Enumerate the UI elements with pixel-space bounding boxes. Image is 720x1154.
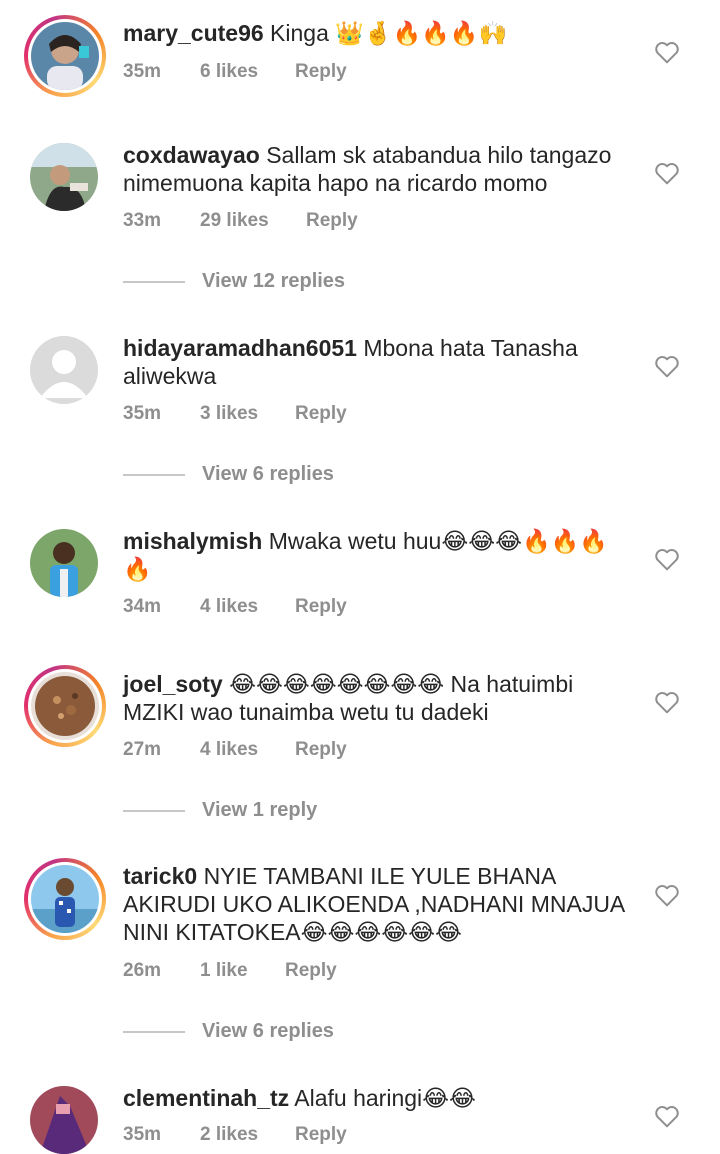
comment-body: Kinga 👑🤞🔥🔥🔥🙌 bbox=[270, 20, 508, 46]
default-avatar-icon bbox=[30, 336, 98, 404]
comment-username[interactable]: tarick0 bbox=[123, 863, 197, 889]
divider bbox=[123, 473, 185, 476]
comment-text-row: hidayaramadhan6051 Mbona hata Tanasha al… bbox=[123, 334, 635, 390]
comment-username[interactable]: hidayaramadhan6051 bbox=[123, 335, 357, 361]
comment-text-row: tarick0 NYIE TAMBANI ILE YULE BHANA AKIR… bbox=[123, 862, 635, 946]
comment-username[interactable]: joel_soty bbox=[123, 671, 223, 697]
heart-outline-icon[interactable] bbox=[654, 1104, 680, 1128]
comment-username[interactable]: mishalymish bbox=[123, 528, 262, 554]
view-replies-label: View 6 replies bbox=[202, 463, 334, 485]
comment-time: 35m bbox=[123, 403, 162, 424]
heart-outline-icon[interactable] bbox=[654, 354, 680, 378]
view-replies-button[interactable]: View 6 replies bbox=[123, 463, 334, 486]
avatar bbox=[31, 672, 99, 740]
comment-text-row: coxdawayao Sallam sk atabandua hilo tang… bbox=[123, 141, 635, 197]
heart-outline-icon[interactable] bbox=[654, 883, 680, 907]
reply-button[interactable]: Reply bbox=[306, 210, 358, 232]
comment-likes[interactable]: 4 likes bbox=[200, 596, 295, 618]
comment-text-row: clementinah_tz Alafu haringi😂😂 bbox=[123, 1084, 635, 1112]
comment-body: NYIE TAMBANI ILE YULE BHANA AKIRUDI UKO … bbox=[123, 863, 625, 945]
comment-likes[interactable]: 3 likes bbox=[200, 403, 295, 425]
reply-button[interactable]: Reply bbox=[295, 596, 347, 618]
comment-likes[interactable]: 2 likes bbox=[200, 1124, 295, 1146]
avatar[interactable] bbox=[30, 1086, 98, 1154]
divider bbox=[123, 1030, 185, 1033]
view-replies-button[interactable]: View 6 replies bbox=[123, 1020, 334, 1043]
comment-text-row: mary_cute96 Kinga 👑🤞🔥🔥🔥🙌 bbox=[123, 19, 635, 47]
comment-time: 35m bbox=[123, 1124, 162, 1145]
reply-button[interactable]: Reply bbox=[295, 403, 347, 425]
comment-likes[interactable]: 4 likes bbox=[200, 739, 295, 761]
comment-time: 27m bbox=[123, 739, 162, 760]
avatar[interactable] bbox=[30, 529, 98, 597]
view-replies-label: View 6 replies bbox=[202, 1020, 334, 1042]
view-replies-button[interactable]: View 1 reply bbox=[123, 799, 317, 822]
comment-meta: 35m 6 likes Reply bbox=[123, 61, 347, 83]
comment-meta: 34m 4 likes Reply bbox=[123, 596, 347, 618]
heart-outline-icon[interactable] bbox=[654, 40, 680, 64]
comment-time: 35m bbox=[123, 61, 162, 82]
comment-meta: 26m 1 like Reply bbox=[123, 960, 337, 982]
comment-likes[interactable]: 29 likes bbox=[200, 210, 306, 232]
comment-meta: 35m 3 likes Reply bbox=[123, 403, 347, 425]
comment-time: 34m bbox=[123, 596, 162, 617]
comment-likes[interactable]: 1 like bbox=[200, 960, 285, 982]
view-replies-label: View 12 replies bbox=[202, 270, 346, 292]
avatar bbox=[31, 865, 99, 933]
comment-meta: 27m 4 likes Reply bbox=[123, 739, 347, 761]
view-replies-label: View 1 reply bbox=[202, 799, 318, 821]
comment-time: 26m bbox=[123, 960, 162, 981]
reply-button[interactable]: Reply bbox=[295, 61, 347, 83]
divider bbox=[123, 809, 185, 812]
comment-text-row: mishalymish Mwaka wetu huu😂😂😂🔥🔥🔥🔥 bbox=[123, 527, 635, 583]
comment-text-row: joel_soty 😂😂😂😂😂😂😂😂 Na hatuimbi MZIKI wao… bbox=[123, 670, 635, 726]
heart-outline-icon[interactable] bbox=[654, 161, 680, 185]
reply-button[interactable]: Reply bbox=[295, 739, 347, 761]
comment-meta: 35m 2 likes Reply bbox=[123, 1124, 347, 1146]
reply-button[interactable]: Reply bbox=[285, 960, 337, 982]
comment-username[interactable]: coxdawayao bbox=[123, 142, 260, 168]
heart-outline-icon[interactable] bbox=[654, 547, 680, 571]
view-replies-button[interactable]: View 12 replies bbox=[123, 270, 345, 293]
comment-meta: 33m 29 likes Reply bbox=[123, 210, 358, 232]
avatar-story-ring[interactable] bbox=[24, 15, 106, 97]
avatar-story-ring[interactable] bbox=[24, 858, 106, 940]
heart-outline-icon[interactable] bbox=[654, 690, 680, 714]
comment-username[interactable]: mary_cute96 bbox=[123, 20, 264, 46]
comment-time: 33m bbox=[123, 210, 162, 231]
avatar[interactable] bbox=[30, 336, 98, 404]
comment-username[interactable]: clementinah_tz bbox=[123, 1085, 289, 1111]
comment-body: Alafu haringi😂😂 bbox=[294, 1085, 476, 1111]
divider bbox=[123, 280, 185, 283]
reply-button[interactable]: Reply bbox=[295, 1124, 347, 1146]
avatar bbox=[31, 22, 99, 90]
avatar-story-ring[interactable] bbox=[24, 665, 106, 747]
avatar[interactable] bbox=[30, 143, 98, 211]
comment-likes[interactable]: 6 likes bbox=[200, 61, 295, 83]
